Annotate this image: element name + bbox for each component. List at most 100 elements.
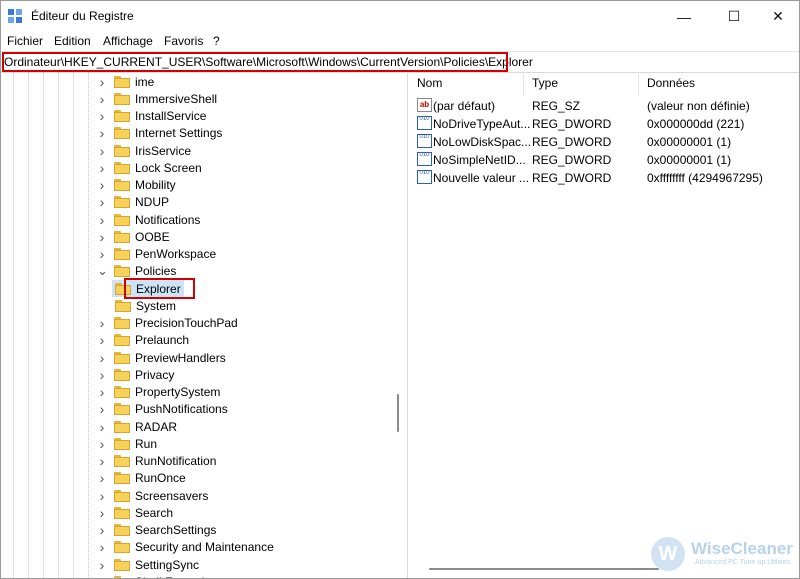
tree-item[interactable]: › SettingSync [97, 556, 199, 573]
tree-item[interactable]: › Screensavers [97, 487, 209, 504]
close-icon: ✕ [772, 8, 784, 24]
tree-item[interactable]: › PropertySystem [97, 384, 221, 401]
tree-item-label: NDUP [135, 195, 170, 210]
values-scrollbar-thumb[interactable] [429, 568, 659, 570]
chevron-right-icon[interactable]: › [97, 108, 107, 124]
folder-icon [114, 420, 130, 433]
tree-item[interactable]: › Lock Screen [97, 159, 202, 176]
chevron-right-icon[interactable]: › [97, 229, 107, 245]
tree-item[interactable]: System [112, 297, 176, 314]
tree-item[interactable]: › RunNotification [97, 453, 217, 470]
tree-item[interactable]: › InstallService [97, 108, 207, 125]
folder-icon [114, 213, 130, 226]
menu-edition[interactable]: Edition [54, 34, 91, 48]
chevron-right-icon[interactable]: › [97, 332, 107, 348]
folder-icon [114, 248, 130, 260]
tree-item[interactable]: › Run [97, 435, 157, 452]
chevron-right-icon[interactable]: › [97, 539, 107, 555]
tree-item[interactable]: › IrisService [97, 142, 191, 159]
value-row[interactable]: ab (par défaut) REG_SZ (valeur non définie) [409, 97, 799, 115]
column-header-name[interactable]: Nom [417, 76, 442, 90]
column-divider[interactable] [638, 72, 639, 96]
chevron-right-icon[interactable]: › [97, 160, 107, 176]
pane-splitter[interactable] [407, 72, 408, 578]
tree-item[interactable]: › Search [97, 504, 173, 521]
menu-affichage[interactable]: Affichage [103, 34, 153, 48]
chevron-right-icon[interactable]: › [97, 246, 107, 262]
chevron-right-icon[interactable]: › [97, 212, 107, 228]
value-type: REG_DWORD [532, 135, 612, 149]
chevron-right-icon[interactable]: › [97, 419, 107, 435]
folder-icon [114, 575, 130, 578]
chevron-right-icon[interactable]: › [97, 436, 107, 452]
tree-item[interactable]: › PushNotifications [97, 401, 228, 418]
maximize-button[interactable]: ☐ [711, 1, 757, 32]
menu-fichier[interactable]: Fichier [7, 34, 43, 48]
tree-item[interactable]: › Security and Maintenance [97, 539, 274, 556]
tree-item-label: Lock Screen [135, 160, 202, 175]
folder-icon [114, 437, 130, 450]
chevron-right-icon[interactable]: › [97, 315, 107, 331]
tree-guide-line [13, 72, 14, 578]
tree-item[interactable]: › OOBE [97, 228, 170, 245]
tree-item[interactable]: › Privacy [97, 366, 175, 383]
tree-item-label: Run [135, 436, 158, 451]
tree-item[interactable]: › Shell Extensions [97, 573, 224, 578]
tree-item[interactable]: › PrecisionTouchPad [97, 315, 238, 332]
tree-item[interactable]: › NDUP [97, 194, 169, 211]
column-header-type[interactable]: Type [532, 76, 558, 90]
menu-favoris[interactable]: Favoris [164, 34, 203, 48]
chevron-right-icon[interactable]: › [97, 367, 107, 383]
chevron-right-icon[interactable]: › [97, 505, 107, 521]
chevron-right-icon[interactable]: › [97, 143, 107, 159]
folder-icon [114, 351, 130, 364]
tree-scrollbar-thumb[interactable] [397, 394, 399, 432]
chevron-right-icon[interactable]: › [97, 401, 107, 417]
chevron-right-icon[interactable]: › [97, 125, 107, 141]
minimize-button[interactable]: — [661, 1, 707, 32]
tree-item[interactable]: › RunOnce [97, 470, 186, 487]
chevron-right-icon[interactable]: › [97, 470, 107, 486]
chevron-right-icon[interactable]: › [97, 194, 107, 210]
tree-item[interactable]: › RADAR [97, 418, 177, 435]
values-pane[interactable]: Nom Type Données ab (par défaut) REG_SZ (va… [409, 72, 799, 578]
chevron-right-icon[interactable]: › [97, 488, 107, 504]
key-tree-pane[interactable]: › ime › ImmersiveShell › InstallService › Inter… [1, 72, 404, 578]
folder-icon [114, 506, 130, 519]
tree-item[interactable]: › Internet Settings [97, 125, 223, 142]
wisecleaner-logo-icon: W [651, 537, 685, 571]
chevron-right-icon[interactable]: › [97, 453, 107, 469]
tree-item[interactable]: › Mobility [97, 177, 176, 194]
tree-item[interactable]: › PenWorkspace [97, 246, 217, 263]
chevron-right-icon[interactable]: › [97, 350, 107, 366]
column-divider[interactable] [523, 72, 524, 96]
value-row[interactable]: 010 NoDriveTypeAut... REG_DWORD 0x000000dd … [409, 115, 799, 133]
menu-help[interactable]: ? [213, 34, 220, 48]
folder-icon [114, 196, 130, 209]
tree-item[interactable]: › Prelaunch [97, 332, 189, 349]
column-header-data[interactable]: Données [647, 76, 695, 90]
value-row[interactable]: 010 Nouvelle valeur ... REG_DWORD 0xfffffff… [409, 169, 799, 187]
tree-guide-line [73, 72, 74, 578]
tree-item[interactable]: › Notifications [97, 211, 201, 228]
chevron-right-icon[interactable]: › [97, 574, 107, 578]
chevron-right-icon[interactable]: › [97, 91, 107, 107]
tree-item[interactable]: › SearchSettings [97, 522, 217, 539]
tree-item[interactable]: › PreviewHandlers [97, 349, 226, 366]
chevron-right-icon[interactable]: › [97, 177, 107, 193]
chevron-down-icon[interactable]: ⌄ [97, 264, 108, 277]
dword-value-icon: 010 [417, 134, 432, 148]
close-button[interactable]: ✕ [755, 1, 799, 32]
folder-icon [114, 317, 130, 329]
tree-item[interactable]: › ImmersiveShell [97, 90, 217, 107]
value-data: (valeur non définie) [647, 99, 750, 113]
tree-item-label: Policies [135, 264, 177, 279]
value-row[interactable]: 010 NoLowDiskSpac... REG_DWORD 0x00000001 (… [409, 133, 799, 151]
value-row[interactable]: 010 NoSimpleNetID... REG_DWORD 0x00000001 (… [409, 151, 799, 169]
chevron-right-icon[interactable]: › [97, 557, 107, 573]
title-bar: Éditeur du Registre — ☐ ✕ [1, 1, 799, 32]
tree-item[interactable]: › ime [97, 73, 155, 90]
chevron-right-icon[interactable]: › [97, 74, 107, 90]
chevron-right-icon[interactable]: › [97, 384, 107, 400]
chevron-right-icon[interactable]: › [97, 522, 107, 538]
